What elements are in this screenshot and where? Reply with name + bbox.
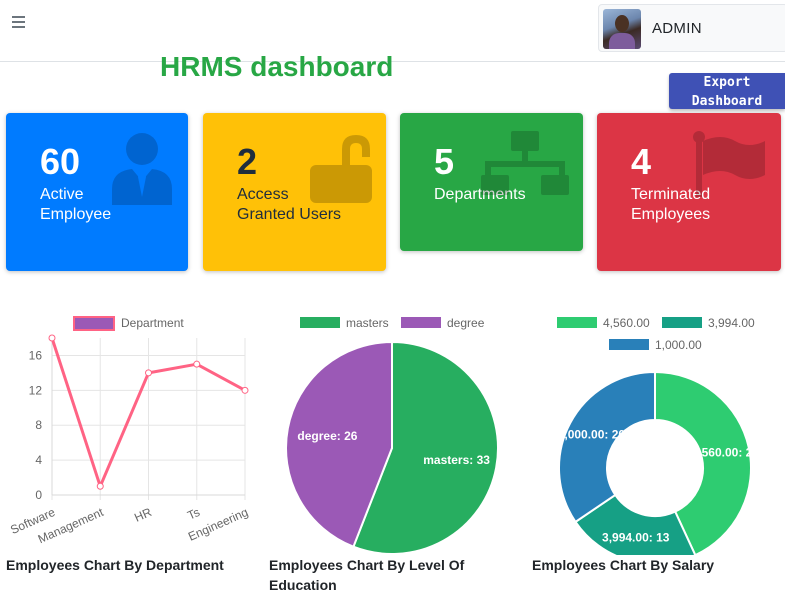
education-chart-title: Employees Chart By Level Of Education	[269, 557, 465, 593]
data-label: 1,000.00: 20	[558, 427, 626, 441]
legend-swatch	[557, 317, 597, 328]
data-point	[145, 369, 152, 377]
y-tick-label: 8	[35, 418, 42, 432]
legend-label: 1,000.00	[655, 338, 702, 352]
salary-doughnut-chart: 4,560.00 3,994.00 1,000.00 4,560.00: 25 3,99…	[557, 316, 760, 555]
page-title: HRMS dashboard	[160, 51, 394, 82]
y-tick-label: 16	[29, 348, 43, 362]
card-label: Active Employee	[40, 186, 112, 223]
data-label: 3,994.00: 13	[602, 530, 670, 544]
pie-slice	[558, 370, 656, 524]
legend-label: 4,560.00	[603, 316, 650, 330]
legend-label: masters	[346, 316, 389, 330]
legend-swatch	[401, 317, 441, 328]
user-name: ADMIN	[652, 20, 702, 37]
legend-swatch	[73, 316, 115, 331]
data-point	[48, 334, 56, 342]
card-value: 2	[237, 141, 258, 182]
card-value: 5	[434, 141, 455, 182]
department-line-chart: Department0481216SoftwareManagement HR TsE…	[8, 316, 250, 546]
salary-chart-title: Employees Chart By Salary	[532, 557, 715, 573]
y-tick-label: 12	[29, 383, 43, 397]
user-menu[interactable]: ADMIN	[598, 4, 785, 52]
legend-swatch	[662, 317, 702, 328]
user-tie-icon	[112, 133, 172, 205]
x-tick-label: Ts	[185, 505, 202, 523]
data-point	[241, 386, 249, 394]
legend-swatch	[609, 339, 649, 350]
access-granted-card[interactable]: 2 Access Granted Users	[203, 113, 386, 271]
legend-label: Department	[121, 316, 184, 330]
menu-toggle-icon[interactable]	[12, 16, 28, 32]
y-tick-label: 4	[35, 453, 42, 467]
card-value: 4	[631, 141, 652, 182]
data-point	[193, 360, 201, 368]
legend-label: 3,994.00	[708, 316, 755, 330]
avatar	[603, 9, 641, 49]
education-pie-chart: masters degree masters: 33 degree: 26	[285, 316, 499, 555]
data-point	[96, 482, 104, 490]
y-tick-label: 0	[35, 488, 42, 502]
export-dashboard-button[interactable]: Export Dashboard	[669, 73, 785, 109]
data-label: masters: 33	[423, 453, 490, 467]
legend-label: degree	[447, 316, 485, 330]
network-icon	[481, 131, 569, 195]
unlock-icon	[310, 135, 372, 203]
active-employee-card[interactable]: 60 Active Employee	[6, 113, 188, 271]
terminated-employees-card[interactable]: 4 Terminated Employees	[597, 113, 781, 271]
flag-checkered-icon	[693, 131, 765, 197]
data-label: 4,560.00: 25	[692, 446, 760, 460]
legend-swatch	[300, 317, 340, 328]
department-chart-title: Employees Chart By Department	[6, 557, 224, 573]
card-value: 60	[40, 141, 81, 182]
data-label: degree: 26	[297, 429, 357, 443]
x-tick-label: HR	[132, 505, 154, 525]
departments-card[interactable]: 5 Departments	[400, 113, 583, 251]
